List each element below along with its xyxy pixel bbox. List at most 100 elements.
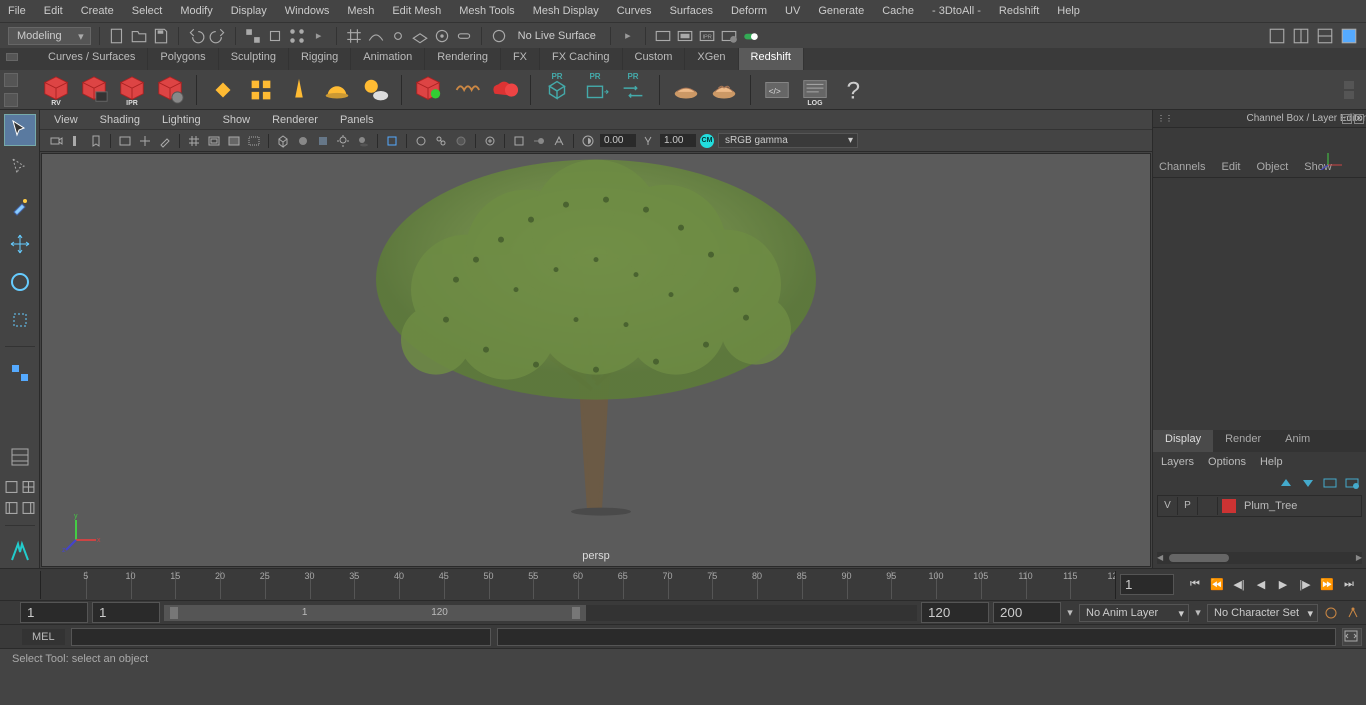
shelf-tab-custom[interactable]: Custom <box>623 48 686 70</box>
cmd-input[interactable] <box>71 628 491 646</box>
play-fwd-icon[interactable]: ▶ <box>1274 576 1292 594</box>
vp-wireframe-icon[interactable] <box>275 133 291 149</box>
vp-exposure-ctrl-icon[interactable] <box>580 133 596 149</box>
rs-settings-icon[interactable] <box>154 74 186 106</box>
vp-menu-show[interactable]: Show <box>223 114 251 126</box>
vp-film-gate-icon[interactable] <box>206 133 222 149</box>
layer-playback-toggle[interactable]: P <box>1178 497 1198 515</box>
ipr-render-icon[interactable]: IPR <box>698 27 716 45</box>
vp-gate-mask-icon[interactable] <box>246 133 262 149</box>
shelf-opt-1-icon[interactable] <box>4 73 18 87</box>
snap-toggle-icon[interactable] <box>455 27 473 45</box>
menu-help[interactable]: Help <box>1057 5 1080 17</box>
snap-live-icon[interactable] <box>433 27 451 45</box>
new-scene-icon[interactable] <box>108 27 126 45</box>
menu-generate[interactable]: Generate <box>818 5 864 17</box>
cb-tab-edit[interactable]: Edit <box>1221 161 1240 173</box>
step-back-icon[interactable]: ⏪ <box>1208 576 1226 594</box>
layer-new-empty-icon[interactable] <box>1322 476 1338 490</box>
viewport-canvas[interactable]: y x z persp <box>41 153 1151 567</box>
maya-logo-icon[interactable] <box>4 536 36 568</box>
snap-curve-icon[interactable] <box>367 27 385 45</box>
render-toggle-icon[interactable] <box>742 27 760 45</box>
rs-pr-3-icon[interactable]: PR <box>617 74 649 106</box>
shelf-tab-animation[interactable]: Animation <box>351 48 425 70</box>
shelf-tab-sculpting[interactable]: Sculpting <box>219 48 289 70</box>
rs-bake-1-icon[interactable] <box>670 74 702 106</box>
open-scene-icon[interactable] <box>130 27 148 45</box>
vp-xray-joints-icon[interactable] <box>433 133 449 149</box>
select-tool[interactable] <box>4 114 36 146</box>
shelf-tab-rigging[interactable]: Rigging <box>289 48 351 70</box>
go-start-icon[interactable]: ⏮ <box>1186 576 1204 594</box>
move-tool[interactable] <box>4 228 36 260</box>
snap-plane-icon[interactable] <box>411 27 429 45</box>
range-inner-start-field[interactable] <box>92 602 160 623</box>
rs-light-point-icon[interactable] <box>283 74 315 106</box>
vp-xray-comp-icon[interactable] <box>453 133 469 149</box>
layer-row-plum-tree[interactable]: V P Plum_Tree <box>1157 495 1362 517</box>
undo-icon[interactable] <box>187 27 205 45</box>
vp-textured-icon[interactable] <box>315 133 331 149</box>
vp-exposure-input[interactable] <box>600 134 636 147</box>
menu-edit-mesh[interactable]: Edit Mesh <box>392 5 441 17</box>
layer-move-down-icon[interactable] <box>1300 476 1316 490</box>
live-surface-icon[interactable] <box>490 27 508 45</box>
rs-pr-2-icon[interactable]: PR <box>579 74 611 106</box>
vp-isolate-icon[interactable] <box>384 133 400 149</box>
shelf-scroll-down-icon[interactable] <box>1344 91 1354 99</box>
layout-a-icon[interactable] <box>4 500 19 515</box>
layer-vis-toggle[interactable]: V <box>1158 497 1178 515</box>
menu-mesh[interactable]: Mesh <box>347 5 374 17</box>
rs-light-dome-icon[interactable] <box>321 74 353 106</box>
rs-light-physical-icon[interactable] <box>207 74 239 106</box>
layout-single-icon[interactable] <box>4 479 19 494</box>
menu-uv[interactable]: UV <box>785 5 800 17</box>
rs-proxy-icon[interactable] <box>412 74 444 106</box>
vp-menu-renderer[interactable]: Renderer <box>272 114 318 126</box>
menu-mesh-tools[interactable]: Mesh Tools <box>459 5 514 17</box>
menu-modify[interactable]: Modify <box>180 5 212 17</box>
vp-menu-shading[interactable]: Shading <box>100 114 140 126</box>
menu-cache[interactable]: Cache <box>882 5 914 17</box>
layer-tab-anim[interactable]: Anim <box>1273 430 1322 452</box>
layout-quad-icon[interactable] <box>21 479 36 494</box>
paint-select-tool[interactable] <box>4 190 36 222</box>
layer-menu-options[interactable]: Options <box>1208 456 1246 468</box>
rotate-tool[interactable] <box>4 266 36 298</box>
menu-mesh-display[interactable]: Mesh Display <box>533 5 599 17</box>
shelf-tab-rendering[interactable]: Rendering <box>425 48 501 70</box>
vp-aa-icon[interactable] <box>551 133 567 149</box>
rs-light-area-icon[interactable] <box>245 74 277 106</box>
rs-log-icon[interactable]: LOG <box>799 74 831 106</box>
time-ruler[interactable]: 5101520253035404550556065707580859095100… <box>40 571 1116 599</box>
select-obj-icon[interactable] <box>266 27 284 45</box>
shelf-scroll-up-icon[interactable] <box>1344 81 1354 89</box>
menu-display[interactable]: Display <box>231 5 267 17</box>
menu-3dtoall[interactable]: - 3DtoAll - <box>932 5 981 17</box>
vp-bookmarks-icon[interactable] <box>88 133 104 149</box>
step-fwd-icon[interactable]: ⏩ <box>1318 576 1336 594</box>
menu-surfaces[interactable]: Surfaces <box>670 5 713 17</box>
vp-gamma-ctrl-icon[interactable] <box>640 133 656 149</box>
render-frame-icon[interactable] <box>676 27 694 45</box>
shelf-tab-curves[interactable]: Curves / Surfaces <box>36 48 148 70</box>
menu-edit[interactable]: Edit <box>44 5 63 17</box>
time-current-field[interactable] <box>1120 574 1174 595</box>
outliner-toggle-icon[interactable] <box>4 441 36 473</box>
layer-menu-layers[interactable]: Layers <box>1161 456 1194 468</box>
vp-colorspace-dropdown[interactable]: sRGB gamma <box>718 133 858 148</box>
range-start-field[interactable] <box>20 602 88 623</box>
cmd-language-toggle[interactable]: MEL <box>22 629 65 645</box>
layer-new-selected-icon[interactable] <box>1344 476 1360 490</box>
character-set-dropdown[interactable]: No Character Set <box>1207 604 1318 622</box>
autokey-icon[interactable] <box>1322 604 1340 622</box>
rs-renderview-icon[interactable]: RV <box>40 74 72 106</box>
construction-history-icon[interactable]: ▸ <box>619 27 637 45</box>
last-tool[interactable] <box>4 357 36 389</box>
menu-curves[interactable]: Curves <box>617 5 652 17</box>
vp-motion-blur-icon[interactable] <box>531 133 547 149</box>
snap-grid-icon[interactable] <box>345 27 363 45</box>
vp-resolution-gate-icon[interactable] <box>226 133 242 149</box>
vp-select-camera-icon[interactable] <box>48 133 64 149</box>
